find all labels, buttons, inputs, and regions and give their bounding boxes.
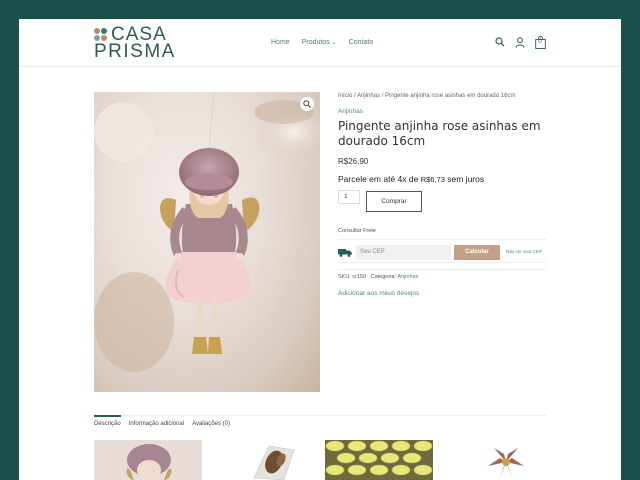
logo-mark-icon [94, 28, 108, 42]
truck-icon [338, 249, 352, 257]
product-tabs: Descrição Informação adicional Avaliaçõe… [94, 415, 546, 429]
buy-button[interactable]: Comprar [366, 191, 422, 212]
tab-descricao[interactable]: Descrição [94, 415, 121, 429]
page: CASA PRISMA Home Produtos ⌄ Contato 0 In… [19, 19, 621, 480]
sku-label: SKU: [338, 274, 351, 280]
shipping-calculator: Seu CEP Calcular Não sei meu CEP [338, 239, 546, 263]
sku-value: cr150 [352, 274, 367, 280]
angel-doll-illustration [94, 92, 320, 372]
no-cep-link[interactable]: Não sei meu CEP [506, 249, 542, 254]
related-product-image[interactable] [466, 440, 546, 480]
nav-item-contato[interactable]: Contato [349, 38, 374, 50]
nav-item-produtos-label: Produtos [301, 39, 330, 46]
related-angel-thumb [126, 444, 172, 480]
site-header: CASA PRISMA Home Produtos ⌄ Contato 0 [19, 19, 621, 67]
installment-prefix: Parcele em até 4x de [338, 174, 419, 184]
nav-item-home[interactable]: Home [271, 38, 290, 50]
related-product-image[interactable] [94, 440, 202, 480]
product-price: R$26,90 [338, 157, 369, 166]
logo-text-line2: PRISMA [94, 41, 176, 62]
shipping-label: Consultar Frete [338, 228, 376, 234]
main-nav: Home Produtos ⌄ Contato [271, 38, 373, 50]
tab-informacao-adicional[interactable]: Informação adicional [129, 416, 184, 429]
wishlist-link[interactable]: Adicionar aos meus desejos [338, 289, 546, 298]
installment-amount: R$6,73 [420, 175, 445, 184]
related-pinecone-thumb [253, 445, 295, 480]
cep-input[interactable]: Seu CEP [356, 245, 451, 260]
product-image[interactable] [94, 92, 320, 392]
related-products [94, 440, 546, 480]
category-meta-link[interactable]: Anjinhas [397, 274, 418, 280]
category-meta-label: Categoria: [370, 274, 397, 280]
add-to-cart-row: 1 Comprar [338, 190, 546, 216]
breadcrumb[interactable]: Início / Anjinhas / Pingente anjinha ros… [338, 92, 546, 101]
related-flower-thumb [488, 448, 524, 478]
brand-logo[interactable]: CASA PRISMA [94, 25, 176, 62]
cart-icon[interactable]: 0 [534, 35, 546, 49]
tab-avaliacoes[interactable]: Avaliações (0) [192, 416, 230, 429]
chevron-down-icon: ⌄ [331, 40, 337, 46]
category-link[interactable]: Anjinhas [338, 107, 546, 116]
cart-count: 0 [538, 39, 542, 45]
installment-suffix: sem juros [447, 174, 485, 184]
quantity-input[interactable]: 1 [338, 190, 360, 204]
search-icon[interactable] [494, 35, 506, 49]
related-product-image[interactable] [325, 440, 433, 480]
related-product-image[interactable] [239, 440, 309, 480]
product-title: Pingente anjinha rose asinhas em dourado… [338, 119, 541, 148]
nav-item-produtos[interactable]: Produtos ⌄ [302, 38, 337, 50]
calculate-button[interactable]: Calcular [454, 245, 500, 260]
installment-info: Parcele em até 4x de R$6,73 sem juros [338, 174, 546, 185]
header-icons: 0 [494, 35, 546, 49]
user-icon[interactable] [514, 35, 526, 49]
product-meta: SKU: cr150 Categoria: Anjinhas [338, 269, 546, 281]
zoom-icon[interactable] [300, 97, 314, 111]
related-candles-thumb [325, 440, 433, 476]
product-summary: Início / Anjinhas / Pingente anjinha ros… [338, 92, 546, 298]
